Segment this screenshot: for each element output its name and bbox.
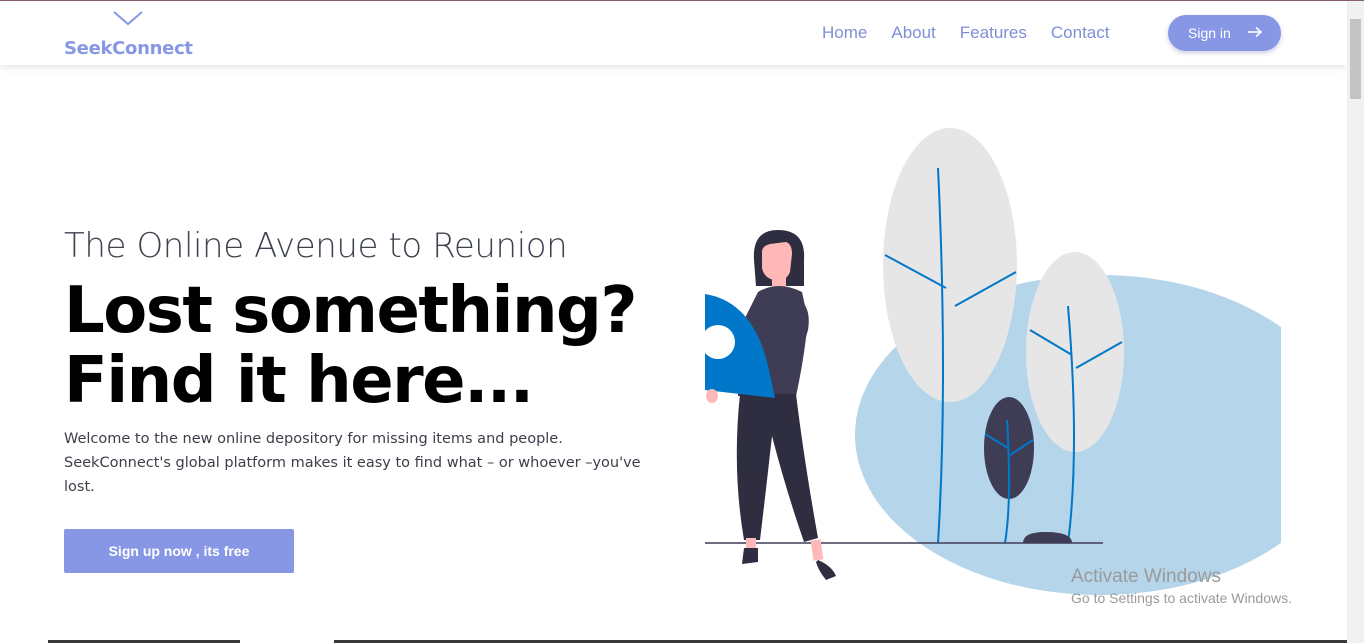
- brand-logo[interactable]: SeekConnect: [64, 8, 194, 62]
- scrollbar-thumb[interactable]: [1350, 19, 1361, 99]
- nav-link-home[interactable]: Home: [822, 23, 867, 43]
- hero-illustration: [701, 128, 1281, 595]
- watermark-subtitle: Go to Settings to activate Windows.: [1071, 590, 1292, 606]
- woman-figure-icon: [736, 230, 836, 580]
- windows-activation-watermark: Activate Windows Go to Settings to activ…: [1071, 566, 1292, 606]
- signin-label: Sign in: [1188, 25, 1231, 41]
- chevron-down-icon: [113, 11, 143, 26]
- hero-description: Welcome to the new online depository for…: [64, 431, 641, 495]
- nav-link-contact[interactable]: Contact: [1051, 23, 1110, 43]
- brand-name: SeekConnect: [64, 38, 193, 59]
- headline-line-2: Find it here...: [64, 344, 534, 418]
- page-scrollbar[interactable]: [1347, 1, 1364, 643]
- nav-link-features[interactable]: Features: [960, 23, 1027, 43]
- arrow-right-icon: [1248, 26, 1263, 38]
- signin-button[interactable]: Sign in: [1168, 15, 1281, 51]
- nav-link-about[interactable]: About: [891, 23, 935, 43]
- hero-subtitle: The Online Avenue to Reunion: [64, 226, 568, 266]
- signup-button[interactable]: Sign up now , its free: [64, 529, 294, 573]
- hero-headline: Lost something? Find it here...: [64, 274, 637, 418]
- headline-line-1: Lost something?: [64, 274, 637, 348]
- watermark-title: Activate Windows: [1071, 566, 1221, 587]
- nav-menu: Home About Features Contact: [822, 23, 1109, 43]
- navbar: SeekConnect Home About Features Contact …: [0, 1, 1347, 65]
